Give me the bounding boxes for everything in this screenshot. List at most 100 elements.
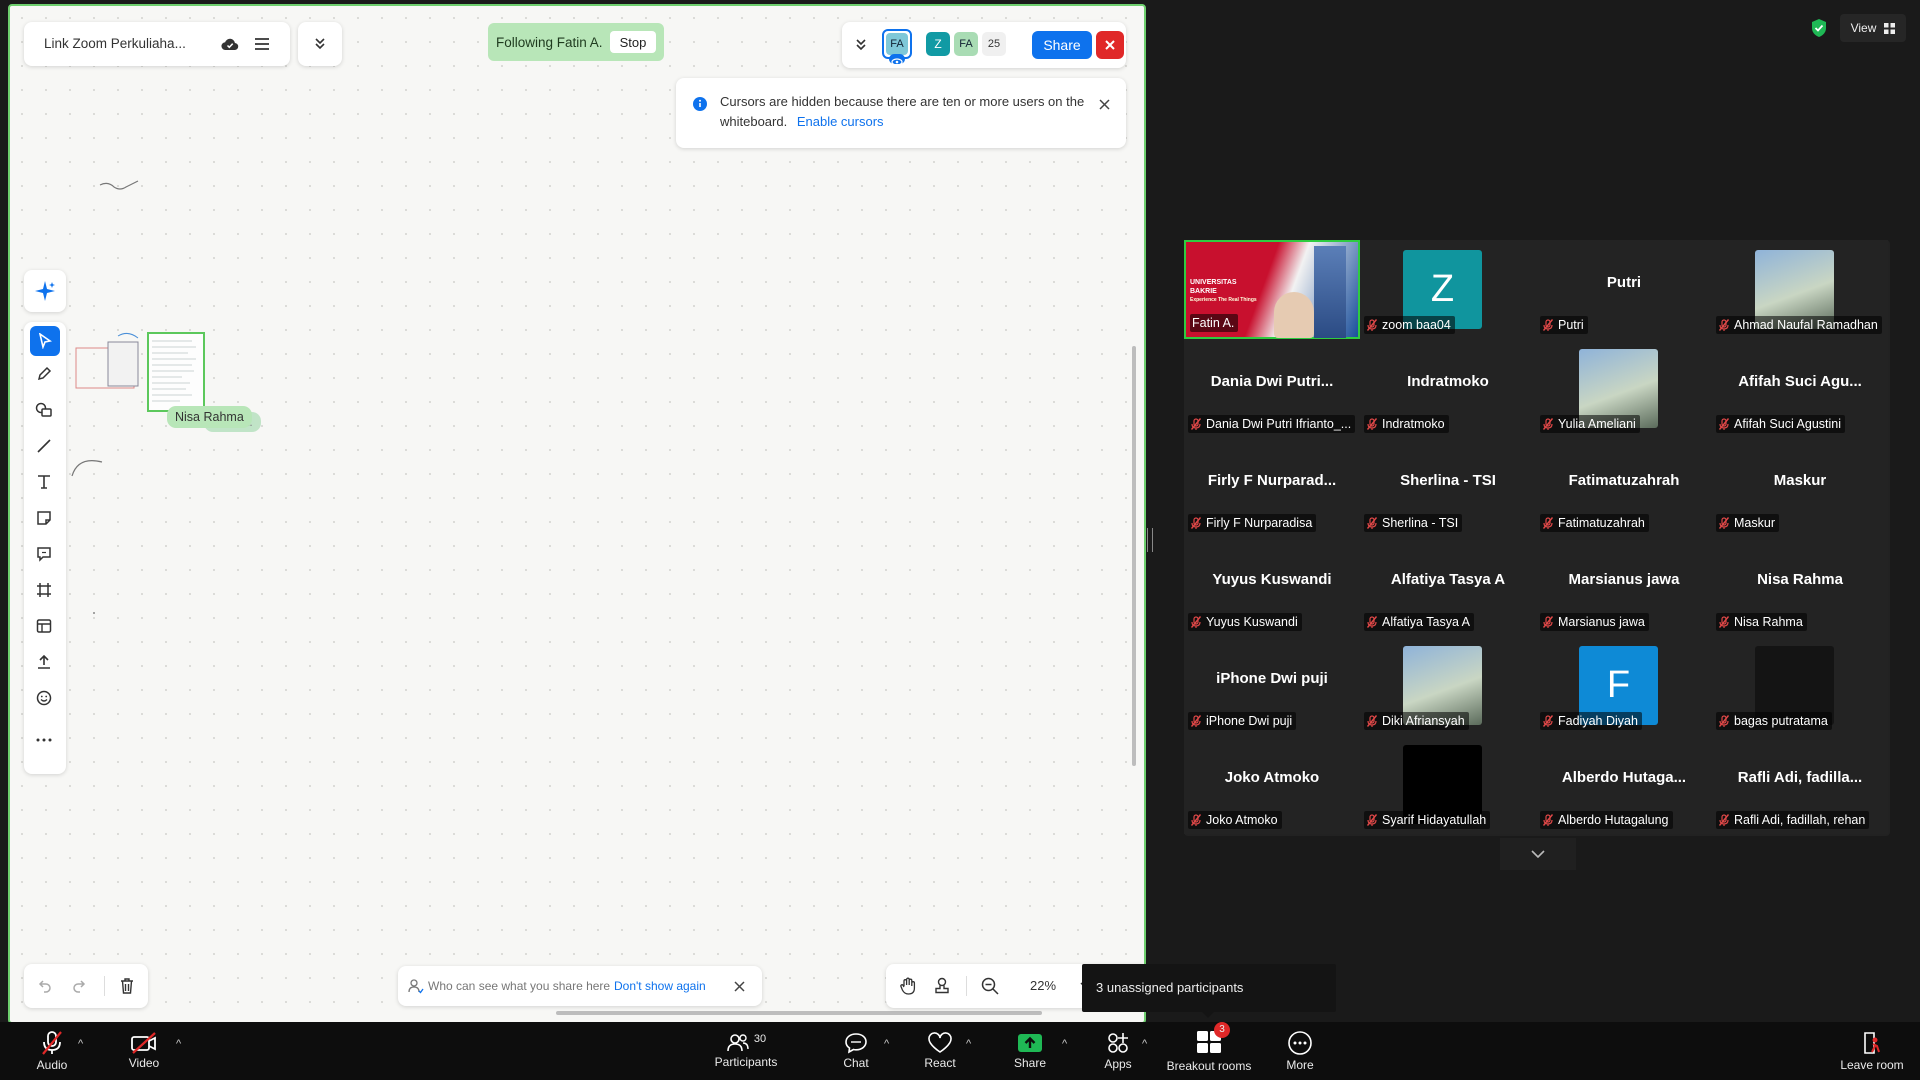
dont-show-again-link[interactable]: Don't show again — [614, 979, 706, 993]
participant-tile[interactable]: Yulia Ameliani — [1536, 339, 1712, 438]
participant-name-label: Rafli Adi, fadillah, rehan — [1716, 811, 1870, 829]
participant-tile[interactable]: Diki Afriansyah — [1360, 636, 1536, 735]
share-options-caret[interactable]: ^ — [1062, 1038, 1067, 1050]
participant-tile[interactable]: Dania Dwi Putri... Dania Dwi Putri Ifrian… — [1184, 339, 1360, 438]
react-button[interactable]: React — [920, 1022, 960, 1080]
participant-name-label: Fatimatuzahrah — [1540, 514, 1649, 532]
comment-tool[interactable] — [24, 536, 64, 572]
participant-tile[interactable]: Afifah Suci Agu... Afifah Suci Agustini — [1712, 339, 1888, 438]
pen-tool[interactable] — [24, 356, 64, 392]
muted-mic-icon — [1542, 814, 1554, 826]
chat-button[interactable]: Chat — [836, 1022, 876, 1080]
muted-mic-icon — [1718, 715, 1730, 727]
participant-tile[interactable]: Indratmoko Indratmoko — [1360, 339, 1536, 438]
gallery-next-page-button[interactable] — [1500, 838, 1576, 870]
participant-display-name: Alberdo Hutaga... — [1561, 769, 1687, 786]
leave-room-button[interactable]: Leave room — [1836, 1022, 1908, 1080]
audio-options-caret[interactable]: ^ — [78, 1038, 83, 1050]
video-options-caret[interactable]: ^ — [176, 1038, 181, 1050]
share-visibility-hint: Who can see what you share here Don't sh… — [398, 966, 762, 1006]
participants-button[interactable]: 30 Participants — [712, 1022, 780, 1080]
follow-view-button[interactable] — [932, 976, 952, 996]
share-screen-button[interactable]: Share — [1010, 1022, 1050, 1080]
participant-gallery: UNIVERSITAS BAKRIE Experience The Real Thi… — [1184, 240, 1890, 836]
participant-tile[interactable]: Maskur Maskur — [1712, 438, 1888, 537]
chat-options-caret[interactable]: ^ — [884, 1038, 889, 1050]
chat-label: Chat — [843, 1056, 869, 1070]
apps-options-caret[interactable]: ^ — [1142, 1038, 1147, 1050]
emoji-tool[interactable] — [24, 680, 64, 716]
hand-tool-button[interactable] — [898, 976, 918, 996]
zoom-out-button[interactable] — [980, 976, 1000, 996]
undo-icon — [38, 980, 51, 993]
participant-name-label: Fadiyah Diyah — [1540, 712, 1642, 730]
close-hint-button[interactable] — [732, 979, 746, 993]
select-tool[interactable] — [30, 326, 60, 356]
participant-tile[interactable]: iPhone Dwi puji iPhone Dwi puji — [1184, 636, 1360, 735]
tooltip-text: 3 unassigned participants — [1096, 980, 1244, 995]
participant-tile[interactable]: Alberdo Hutaga... Alberdo Hutagalung — [1536, 735, 1712, 834]
sticky-note-icon — [37, 511, 51, 525]
more-tools[interactable] — [24, 722, 64, 758]
shapes-tool[interactable] — [24, 392, 64, 428]
participant-tile[interactable]: UNIVERSITAS BAKRIE Experience The Real Thi… — [1184, 240, 1360, 339]
sticky-note-tool[interactable] — [24, 500, 64, 536]
view-label: View — [1850, 21, 1877, 35]
text-tool[interactable] — [24, 464, 64, 500]
react-options-caret[interactable]: ^ — [966, 1038, 971, 1050]
muted-mic-icon — [1190, 715, 1202, 727]
participant-name: Fatin A. — [1192, 316, 1235, 330]
chat-icon — [845, 1033, 867, 1054]
templates-tool[interactable] — [24, 608, 64, 644]
unassigned-participants-tooltip: 3 unassigned participants — [1082, 964, 1336, 1018]
participant-tile[interactable]: Ahmad Naufal Ramadhan — [1712, 240, 1888, 339]
participant-tile[interactable]: F Fadiyah Diyah — [1536, 636, 1712, 735]
participants-count: 30 — [753, 1033, 767, 1045]
horizontal-scrollbar[interactable] — [556, 1011, 1042, 1015]
frame-tool[interactable] — [24, 572, 64, 608]
participant-name: Diki Afriansyah — [1382, 714, 1465, 728]
participant-tile[interactable]: Alfatiya Tasya A Alfatiya Tasya A — [1360, 537, 1536, 636]
participant-name: iPhone Dwi puji — [1206, 714, 1293, 728]
participant-tile[interactable]: Syarif Hidayatullah — [1360, 735, 1536, 834]
participant-tile[interactable]: Fatimatuzahrah Fatimatuzahrah — [1536, 438, 1712, 537]
participant-tile[interactable]: bagas putratama — [1712, 636, 1888, 735]
ai-assistant-button[interactable] — [24, 270, 66, 312]
audio-button[interactable]: Audio — [32, 1022, 72, 1080]
vertical-scrollbar[interactable] — [1132, 346, 1136, 766]
muted-mic-icon — [1718, 616, 1730, 628]
line-tool[interactable] — [24, 428, 64, 464]
heart-icon — [928, 1032, 952, 1053]
upload-tool[interactable] — [24, 644, 64, 680]
cursor-label-nisa: Nisa Rahma — [167, 406, 252, 428]
muted-mic-icon — [1366, 418, 1378, 430]
delete-button[interactable] — [116, 976, 138, 996]
participant-tile[interactable]: Nisa Rahma Nisa Rahma — [1712, 537, 1888, 636]
cursor-arrow-icon — [38, 333, 52, 349]
sparkle-icon — [35, 281, 55, 301]
participant-name: Fadiyah Diyah — [1558, 714, 1638, 728]
split-resize-handle[interactable] — [1147, 528, 1153, 552]
video-button[interactable]: Video — [124, 1022, 164, 1080]
participant-tile[interactable]: Firly F Nurparad... Firly F Nurparadisa — [1184, 438, 1360, 537]
participant-tile[interactable]: Zzoom baa04 — [1360, 240, 1536, 339]
frame-icon — [37, 583, 51, 597]
breakout-rooms-button[interactable]: 3 Breakout rooms — [1162, 1021, 1256, 1080]
participant-tile[interactable]: Yuyus Kuswandi Yuyus Kuswandi — [1184, 537, 1360, 636]
participant-tile[interactable]: Rafli Adi, fadilla... Rafli Adi, fadillah… — [1712, 735, 1888, 834]
undo-button[interactable] — [34, 976, 56, 996]
participant-tile[interactable]: Putri Putri — [1536, 240, 1712, 339]
participant-tile[interactable]: Joko Atmoko Joko Atmoko — [1184, 735, 1360, 834]
view-button[interactable]: View — [1840, 14, 1906, 42]
zoom-level[interactable]: 22% — [1030, 978, 1056, 993]
apps-button[interactable]: Apps — [1098, 1022, 1138, 1080]
whiteboard-canvas[interactable]: Link Zoom Perkuliaha... Following Fatin … — [8, 4, 1146, 1024]
canvas-drawings[interactable] — [10, 6, 1140, 1016]
participant-tile[interactable]: Sherlina - TSI Sherlina - TSI — [1360, 438, 1536, 537]
banner-line-3: Experience The Real Things — [1190, 297, 1257, 303]
more-button[interactable]: More — [1280, 1022, 1320, 1080]
participant-tile[interactable]: Marsianus jawa Marsianus jawa — [1536, 537, 1712, 636]
security-shield-icon[interactable] — [1810, 18, 1828, 38]
redo-button[interactable] — [68, 976, 90, 996]
stamp-icon — [935, 977, 949, 994]
